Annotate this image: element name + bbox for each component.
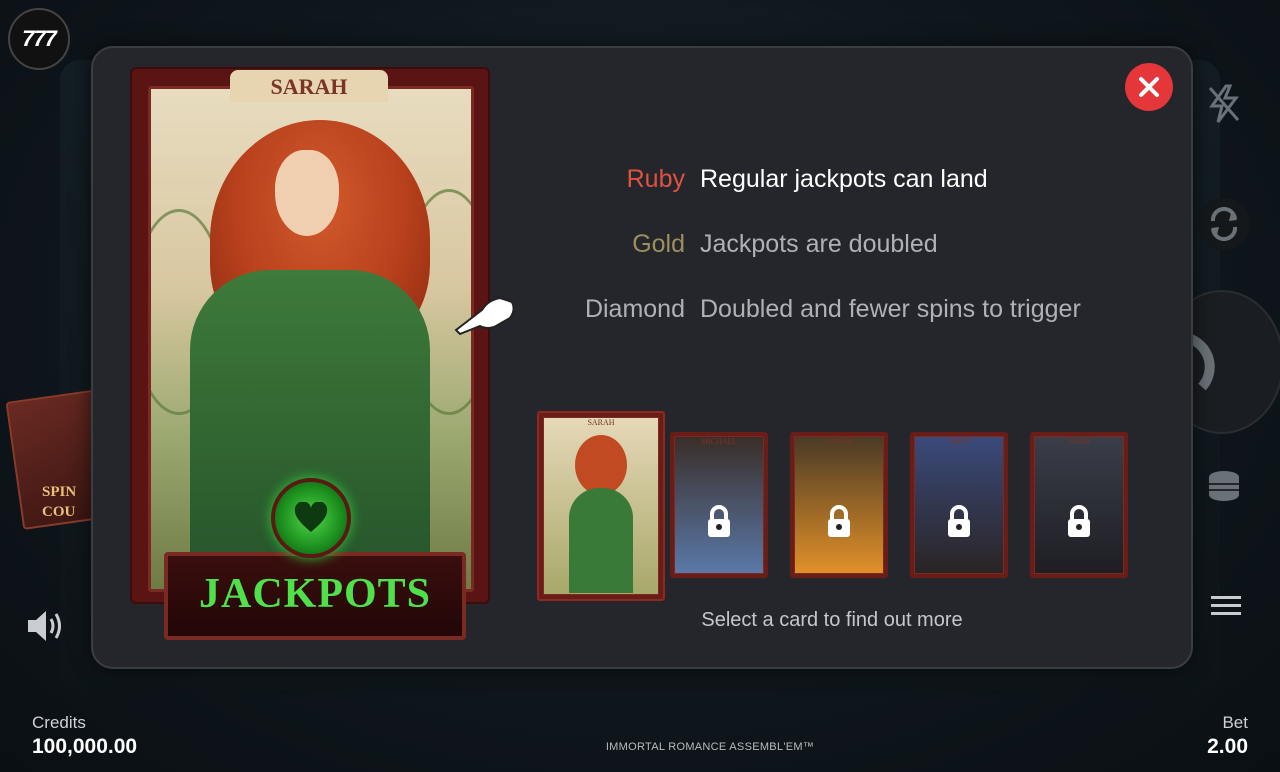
heart-icon — [271, 478, 351, 558]
jackpots-label: JACKPOTS — [198, 571, 432, 617]
coins-icon[interactable] — [1198, 460, 1250, 512]
lock-icon — [1068, 505, 1090, 537]
character-face — [275, 150, 339, 236]
autoplay-icon[interactable] — [1198, 198, 1250, 250]
menu-icon[interactable] — [1200, 580, 1252, 632]
card-thumb-amber[interactable]: AMBER — [790, 432, 888, 578]
lock-icon — [948, 505, 970, 537]
tier-diamond-description: Doubled and fewer spins to trigger — [700, 295, 1081, 323]
card-thumb-varik[interactable]: VARIK — [1030, 432, 1128, 578]
featured-card-name: SARAH — [230, 70, 388, 102]
tier-gold-description: Jackpots are doubled — [700, 230, 938, 258]
casino-logo: 777 — [8, 8, 70, 70]
credits-label: Credits — [32, 713, 86, 732]
tier-ruby-description: Regular jackpots can land — [700, 165, 988, 193]
sound-icon[interactable] — [24, 606, 68, 646]
tier-diamond-label: Diamond — [584, 295, 685, 323]
lightning-icon[interactable] — [1198, 78, 1250, 130]
tier-gold-label: Gold — [632, 230, 685, 258]
close-icon — [1139, 77, 1159, 97]
lock-icon — [828, 505, 850, 537]
tier-ruby-label: Ruby — [626, 165, 685, 193]
lock-icon — [708, 505, 730, 537]
background-card-text: SPIN COU — [42, 484, 77, 520]
card-thumb-troy[interactable]: TROY — [910, 432, 1008, 578]
bet-label: Bet — [1222, 713, 1248, 732]
helper-text: Select a card to find out more — [701, 609, 963, 631]
card-thumb-sarah[interactable]: SARAH — [537, 411, 665, 601]
card-thumb-michael[interactable]: MICHAEL — [670, 432, 768, 578]
close-button[interactable] — [1125, 63, 1173, 111]
game-title: IMMORTAL ROMANCE ASSEMBL'EM™ — [605, 741, 815, 753]
bet-value[interactable]: 2.00 — [1207, 735, 1248, 759]
